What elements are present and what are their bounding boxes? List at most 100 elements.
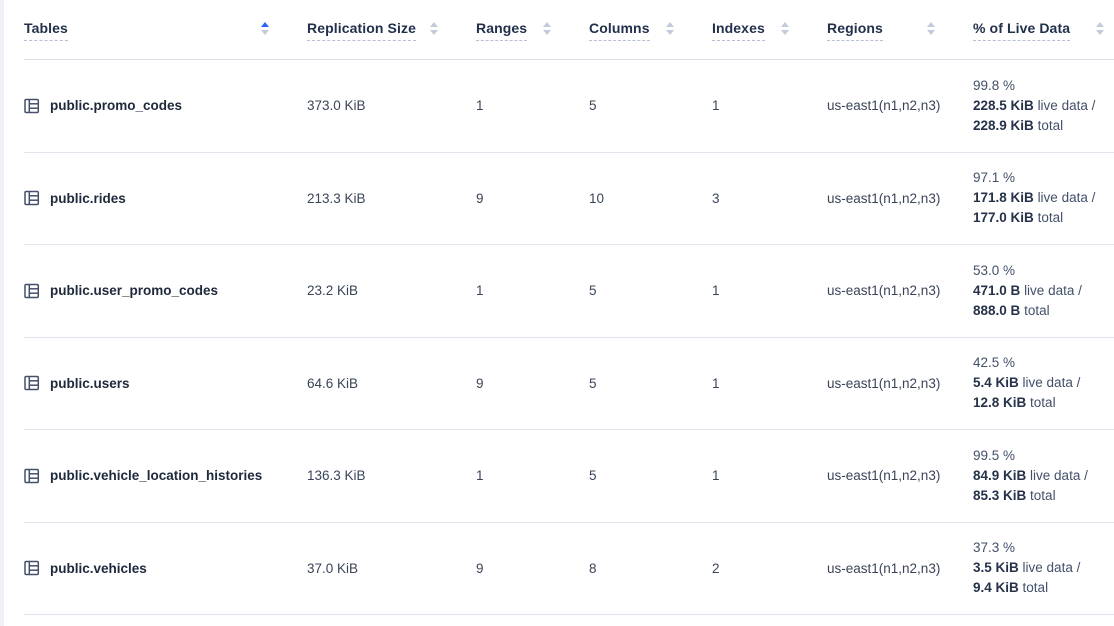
table-name-cell[interactable]: public.vehicles: [24, 560, 307, 576]
table-icon: [24, 190, 40, 206]
sort-arrows-icon[interactable]: [1096, 22, 1104, 37]
sort-desc-icon: [543, 30, 551, 35]
column-header-label[interactable]: Ranges: [476, 20, 527, 41]
table-name-link[interactable]: public.user_promo_codes: [50, 283, 218, 298]
ranges-cell: 9: [476, 191, 589, 206]
table-row: public.vehicle_location_histories 136.3 …: [24, 430, 1114, 523]
regions-cell: us-east1(n1,n2,n3): [827, 191, 973, 206]
regions-cell: us-east1(n1,n2,n3): [827, 561, 973, 576]
live-data-percent: 37.3 %: [973, 538, 1114, 558]
columns-cell: 8: [589, 561, 712, 576]
total-data-size: 228.9 KiB total: [973, 116, 1114, 136]
replication-size-cell: 37.0 KiB: [307, 561, 476, 576]
sort-desc-icon: [430, 30, 438, 35]
ranges-cell: 9: [476, 561, 589, 576]
column-header-label[interactable]: % of Live Data: [973, 20, 1070, 41]
table-icon: [24, 283, 40, 299]
table-name-cell[interactable]: public.rides: [24, 190, 307, 206]
live-size-label: live data /: [1023, 375, 1081, 390]
table-icon: [24, 468, 40, 484]
indexes-cell: 1: [712, 283, 827, 298]
ranges-cell: 9: [476, 376, 589, 391]
regions-cell: us-east1(n1,n2,n3): [827, 376, 973, 391]
sort-asc-icon: [781, 22, 789, 27]
tables-table: Tables Replication Size Ranges Columns I…: [24, 0, 1114, 615]
live-data-size: 5.4 KiB live data /: [973, 373, 1114, 393]
table-icon: [24, 560, 40, 576]
live-data-cell: 97.1 % 171.8 KiB live data / 177.0 KiB t…: [973, 168, 1114, 228]
sort-asc-icon: [261, 22, 269, 27]
live-data-percent: 99.5 %: [973, 446, 1114, 466]
sort-arrows-icon[interactable]: [261, 22, 269, 37]
sort-arrows-icon[interactable]: [927, 22, 935, 37]
sort-asc-icon: [927, 22, 935, 27]
table-row: public.user_promo_codes 23.2 KiB 1 5 1 u…: [24, 245, 1114, 338]
column-header-label[interactable]: Tables: [24, 20, 68, 41]
live-data-cell: 53.0 % 471.0 B live data / 888.0 B total: [973, 261, 1114, 321]
column-header-label[interactable]: Columns: [589, 20, 650, 41]
regions-cell: us-east1(n1,n2,n3): [827, 468, 973, 483]
total-size-value: 9.4 KiB: [973, 580, 1019, 595]
table-name-link[interactable]: public.vehicle_location_histories: [50, 468, 262, 483]
table-icon: [24, 375, 40, 391]
sort-desc-icon: [1096, 30, 1104, 35]
column-header-indexes[interactable]: Indexes: [712, 0, 827, 59]
live-data-cell: 99.8 % 228.5 KiB live data / 228.9 KiB t…: [973, 76, 1114, 136]
table-name-link[interactable]: public.users: [50, 376, 130, 391]
live-size-value: 228.5 KiB: [973, 98, 1034, 113]
column-header-live-data[interactable]: % of Live Data: [973, 0, 1114, 59]
table-name-cell[interactable]: public.promo_codes: [24, 98, 307, 114]
live-size-label: live data /: [1030, 468, 1088, 483]
column-header-replication-size[interactable]: Replication Size: [307, 0, 476, 59]
column-header-label[interactable]: Indexes: [712, 20, 765, 41]
live-size-value: 3.5 KiB: [973, 560, 1019, 575]
replication-size-cell: 136.3 KiB: [307, 468, 476, 483]
live-data-size: 3.5 KiB live data /: [973, 558, 1114, 578]
sort-desc-icon: [927, 30, 935, 35]
total-size-value: 12.8 KiB: [973, 395, 1026, 410]
table-name-cell[interactable]: public.users: [24, 375, 307, 391]
live-data-cell: 37.3 % 3.5 KiB live data / 9.4 KiB total: [973, 538, 1114, 598]
replication-size-cell: 64.6 KiB: [307, 376, 476, 391]
column-header-tables[interactable]: Tables: [24, 0, 307, 59]
column-header-regions[interactable]: Regions: [827, 0, 973, 59]
sort-arrows-icon[interactable]: [781, 22, 789, 37]
live-data-percent: 99.8 %: [973, 76, 1114, 96]
live-data-cell: 42.5 % 5.4 KiB live data / 12.8 KiB tota…: [973, 353, 1114, 413]
indexes-cell: 1: [712, 376, 827, 391]
total-size-value: 177.0 KiB: [973, 210, 1034, 225]
sort-asc-icon: [1096, 22, 1104, 27]
table-name-link[interactable]: public.promo_codes: [50, 98, 182, 113]
total-data-size: 85.3 KiB total: [973, 486, 1114, 506]
table-row: public.vehicles 37.0 KiB 9 8 2 us-east1(…: [24, 523, 1114, 616]
table-name-link[interactable]: public.rides: [50, 191, 126, 206]
column-header-columns[interactable]: Columns: [589, 0, 712, 59]
replication-size-cell: 213.3 KiB: [307, 191, 476, 206]
page-left-gutter: [0, 0, 4, 626]
indexes-cell: 3: [712, 191, 827, 206]
total-size-label: total: [1038, 210, 1064, 225]
sort-arrows-icon[interactable]: [430, 22, 438, 37]
table-name-cell[interactable]: public.user_promo_codes: [24, 283, 307, 299]
column-header-ranges[interactable]: Ranges: [476, 0, 589, 59]
columns-cell: 5: [589, 468, 712, 483]
total-size-label: total: [1024, 303, 1050, 318]
sort-desc-icon: [666, 30, 674, 35]
live-size-value: 84.9 KiB: [973, 468, 1026, 483]
replication-size-cell: 23.2 KiB: [307, 283, 476, 298]
regions-cell: us-east1(n1,n2,n3): [827, 283, 973, 298]
total-size-value: 228.9 KiB: [973, 118, 1034, 133]
sort-arrows-icon[interactable]: [543, 22, 551, 37]
total-size-value: 85.3 KiB: [973, 488, 1026, 503]
sort-desc-icon: [781, 30, 789, 35]
sort-arrows-icon[interactable]: [666, 22, 674, 37]
table-name-link[interactable]: public.vehicles: [50, 561, 147, 576]
total-size-label: total: [1038, 118, 1064, 133]
indexes-cell: 2: [712, 561, 827, 576]
sort-asc-icon: [666, 22, 674, 27]
column-header-label[interactable]: Replication Size: [307, 20, 416, 41]
column-header-label[interactable]: Regions: [827, 20, 883, 41]
table-icon: [24, 98, 40, 114]
sort-asc-icon: [430, 22, 438, 27]
table-name-cell[interactable]: public.vehicle_location_histories: [24, 468, 307, 484]
